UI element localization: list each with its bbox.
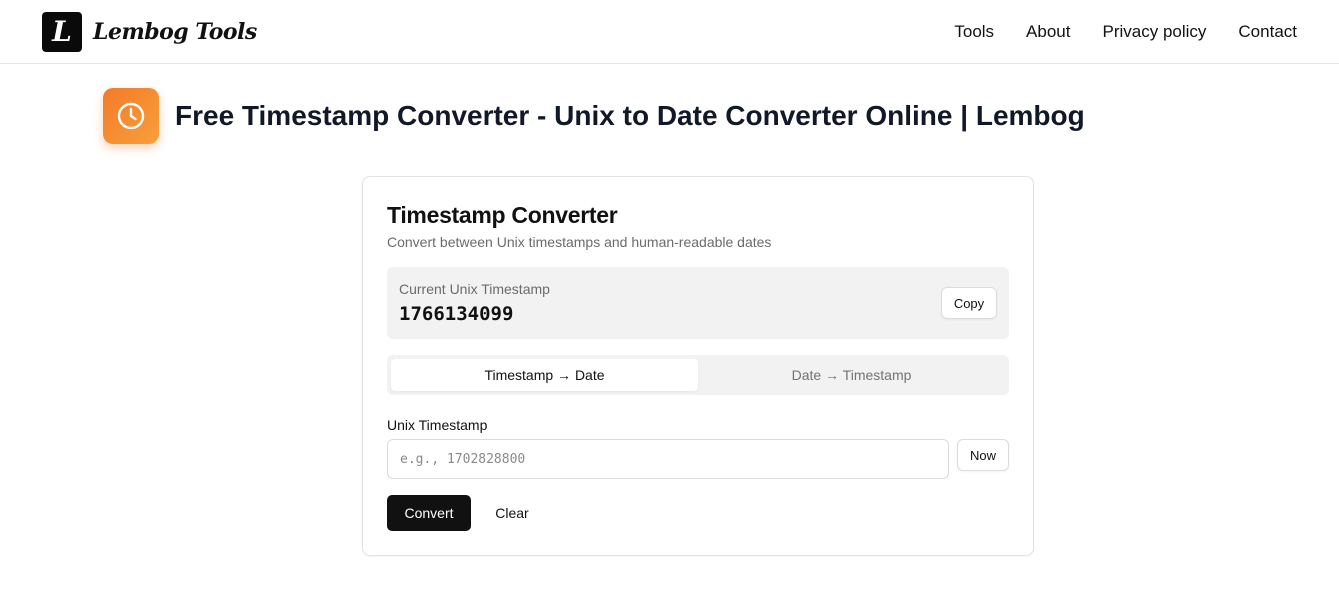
tab-timestamp-to-date[interactable]: Timestamp → Date xyxy=(391,359,698,391)
tab-date-to-timestamp[interactable]: Date → Timestamp xyxy=(698,359,1005,391)
main-nav: Tools About Privacy policy Contact xyxy=(954,20,1297,44)
clear-button[interactable]: Clear xyxy=(481,495,543,531)
current-timestamp-value: 1766134099 xyxy=(399,303,514,325)
current-timestamp-label: Current Unix Timestamp xyxy=(399,281,550,297)
logo-icon[interactable]: L xyxy=(42,12,82,52)
convert-button[interactable]: Convert xyxy=(387,495,471,531)
nav-link-about[interactable]: About xyxy=(1026,20,1070,44)
current-timestamp-panel: Current Unix Timestamp 1766134099 Copy xyxy=(387,267,1009,339)
top-navbar: L Lembog Tools Tools About Privacy polic… xyxy=(0,0,1339,64)
nav-link-contact[interactable]: Contact xyxy=(1238,20,1297,44)
timestamp-converter-card: Timestamp Converter Convert between Unix… xyxy=(362,176,1034,556)
nav-link-tools[interactable]: Tools xyxy=(954,20,994,44)
brand-name[interactable]: Lembog Tools xyxy=(93,16,257,48)
logo-glyph: L xyxy=(52,15,72,48)
page-title: Free Timestamp Converter - Unix to Date … xyxy=(175,100,1085,131)
copy-button[interactable]: Copy xyxy=(941,287,997,319)
unix-timestamp-input[interactable] xyxy=(387,439,949,479)
card-title: Timestamp Converter xyxy=(387,202,618,228)
now-button[interactable]: Now xyxy=(957,439,1009,471)
unix-timestamp-label: Unix Timestamp xyxy=(387,417,488,433)
clock-icon xyxy=(103,88,159,144)
mode-tabs: Timestamp → Date Date → Timestamp xyxy=(387,355,1009,395)
card-subtitle: Convert between Unix timestamps and huma… xyxy=(387,234,772,250)
nav-link-privacy-policy[interactable]: Privacy policy xyxy=(1102,20,1206,44)
